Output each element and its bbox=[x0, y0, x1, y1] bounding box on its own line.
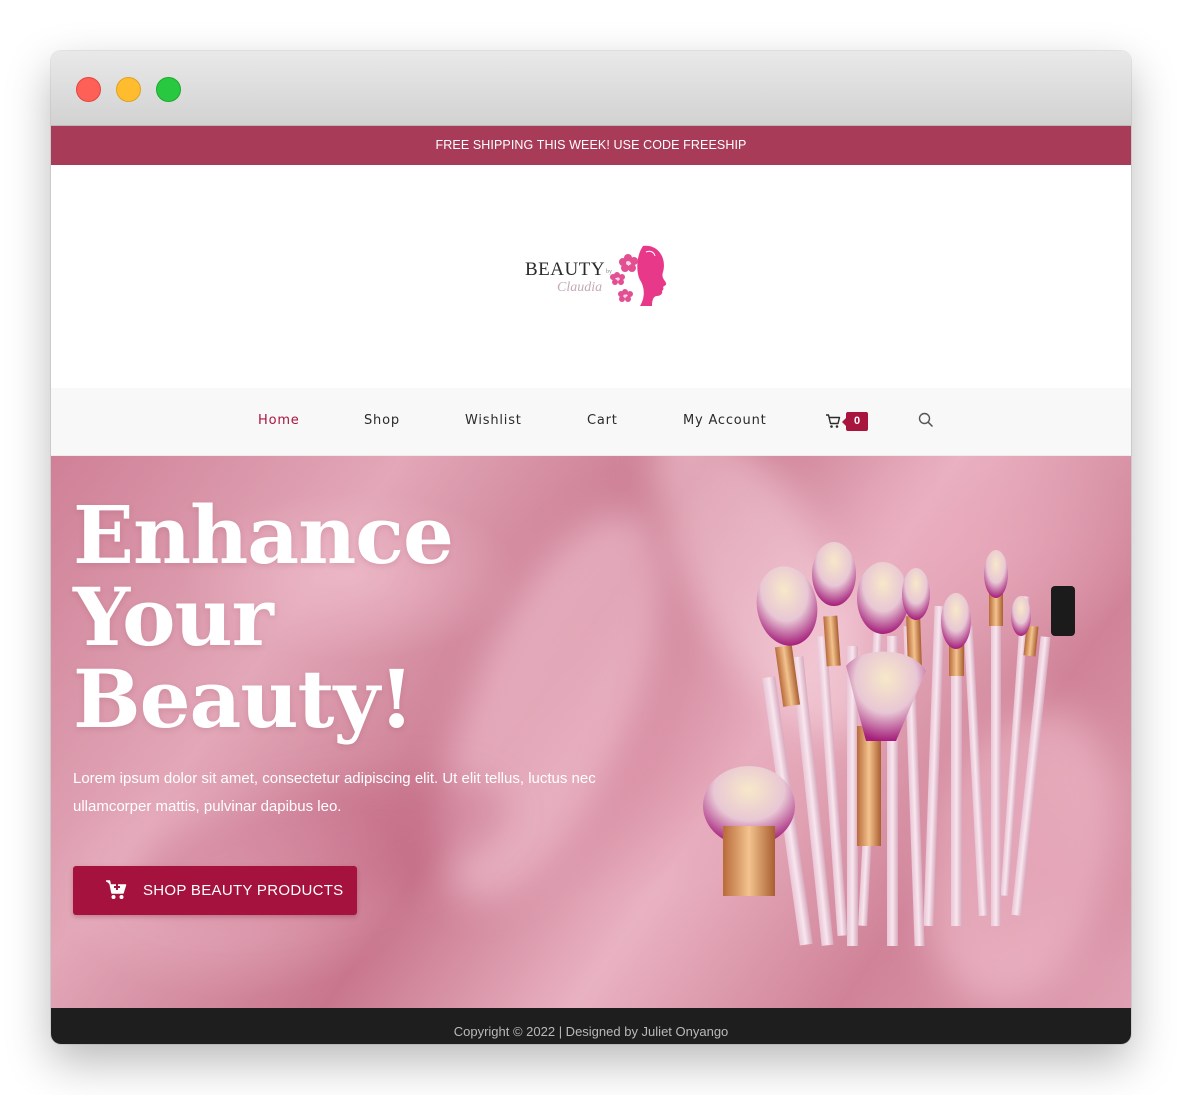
cart-icon bbox=[826, 414, 841, 428]
header-cart-button[interactable]: 0 bbox=[825, 411, 870, 433]
browser-window: FREE SHIPPING THIS WEEK! USE CODE FREESH… bbox=[51, 51, 1131, 1044]
cart-icon bbox=[106, 880, 127, 899]
hero-title-line: Enhance bbox=[73, 488, 454, 582]
cart-count-badge: 0 bbox=[842, 412, 868, 431]
hero-section: Enhance Your Beauty! Lorem ipsum dolor s… bbox=[51, 456, 1131, 1008]
site-logo[interactable]: BEAUTY by Claudia bbox=[525, 242, 670, 308]
nav-shop[interactable]: Shop bbox=[364, 388, 400, 456]
nav-wishlist[interactable]: Wishlist bbox=[465, 388, 522, 456]
search-icon[interactable] bbox=[917, 411, 935, 429]
close-window-button[interactable] bbox=[76, 77, 101, 102]
nav-my-account[interactable]: My Account bbox=[683, 388, 767, 456]
main-navigation: Home Shop Wishlist Cart My Account 0 bbox=[51, 388, 1131, 456]
minimize-window-button[interactable] bbox=[116, 77, 141, 102]
woman-profile-icon bbox=[610, 245, 667, 306]
shop-beauty-products-button[interactable]: SHOP BEAUTY PRODUCTS bbox=[73, 866, 357, 915]
logo-wordmark: BEAUTY bbox=[525, 259, 606, 280]
window-titlebar bbox=[51, 51, 1131, 126]
hero-title: Enhance Your Beauty! bbox=[73, 494, 533, 740]
promo-banner: FREE SHIPPING THIS WEEK! USE CODE FREESH… bbox=[51, 126, 1131, 165]
hero-title-line: Beauty! bbox=[73, 652, 414, 746]
nav-home[interactable]: Home bbox=[258, 388, 300, 456]
nav-cart[interactable]: Cart bbox=[587, 388, 618, 456]
header-logo-area: BEAUTY by Claudia bbox=[51, 165, 1131, 388]
makeup-brushes-image bbox=[703, 542, 1075, 946]
zoom-window-button[interactable] bbox=[156, 77, 181, 102]
shop-button-label: SHOP BEAUTY PRODUCTS bbox=[143, 882, 344, 899]
hero-description: Lorem ipsum dolor sit amet, consectetur … bbox=[73, 770, 596, 815]
logo-script: Claudia bbox=[557, 280, 603, 295]
site-footer: Copyright © 2022 | Designed by Juliet On… bbox=[51, 1008, 1131, 1044]
hero-title-line: Your bbox=[73, 570, 274, 664]
